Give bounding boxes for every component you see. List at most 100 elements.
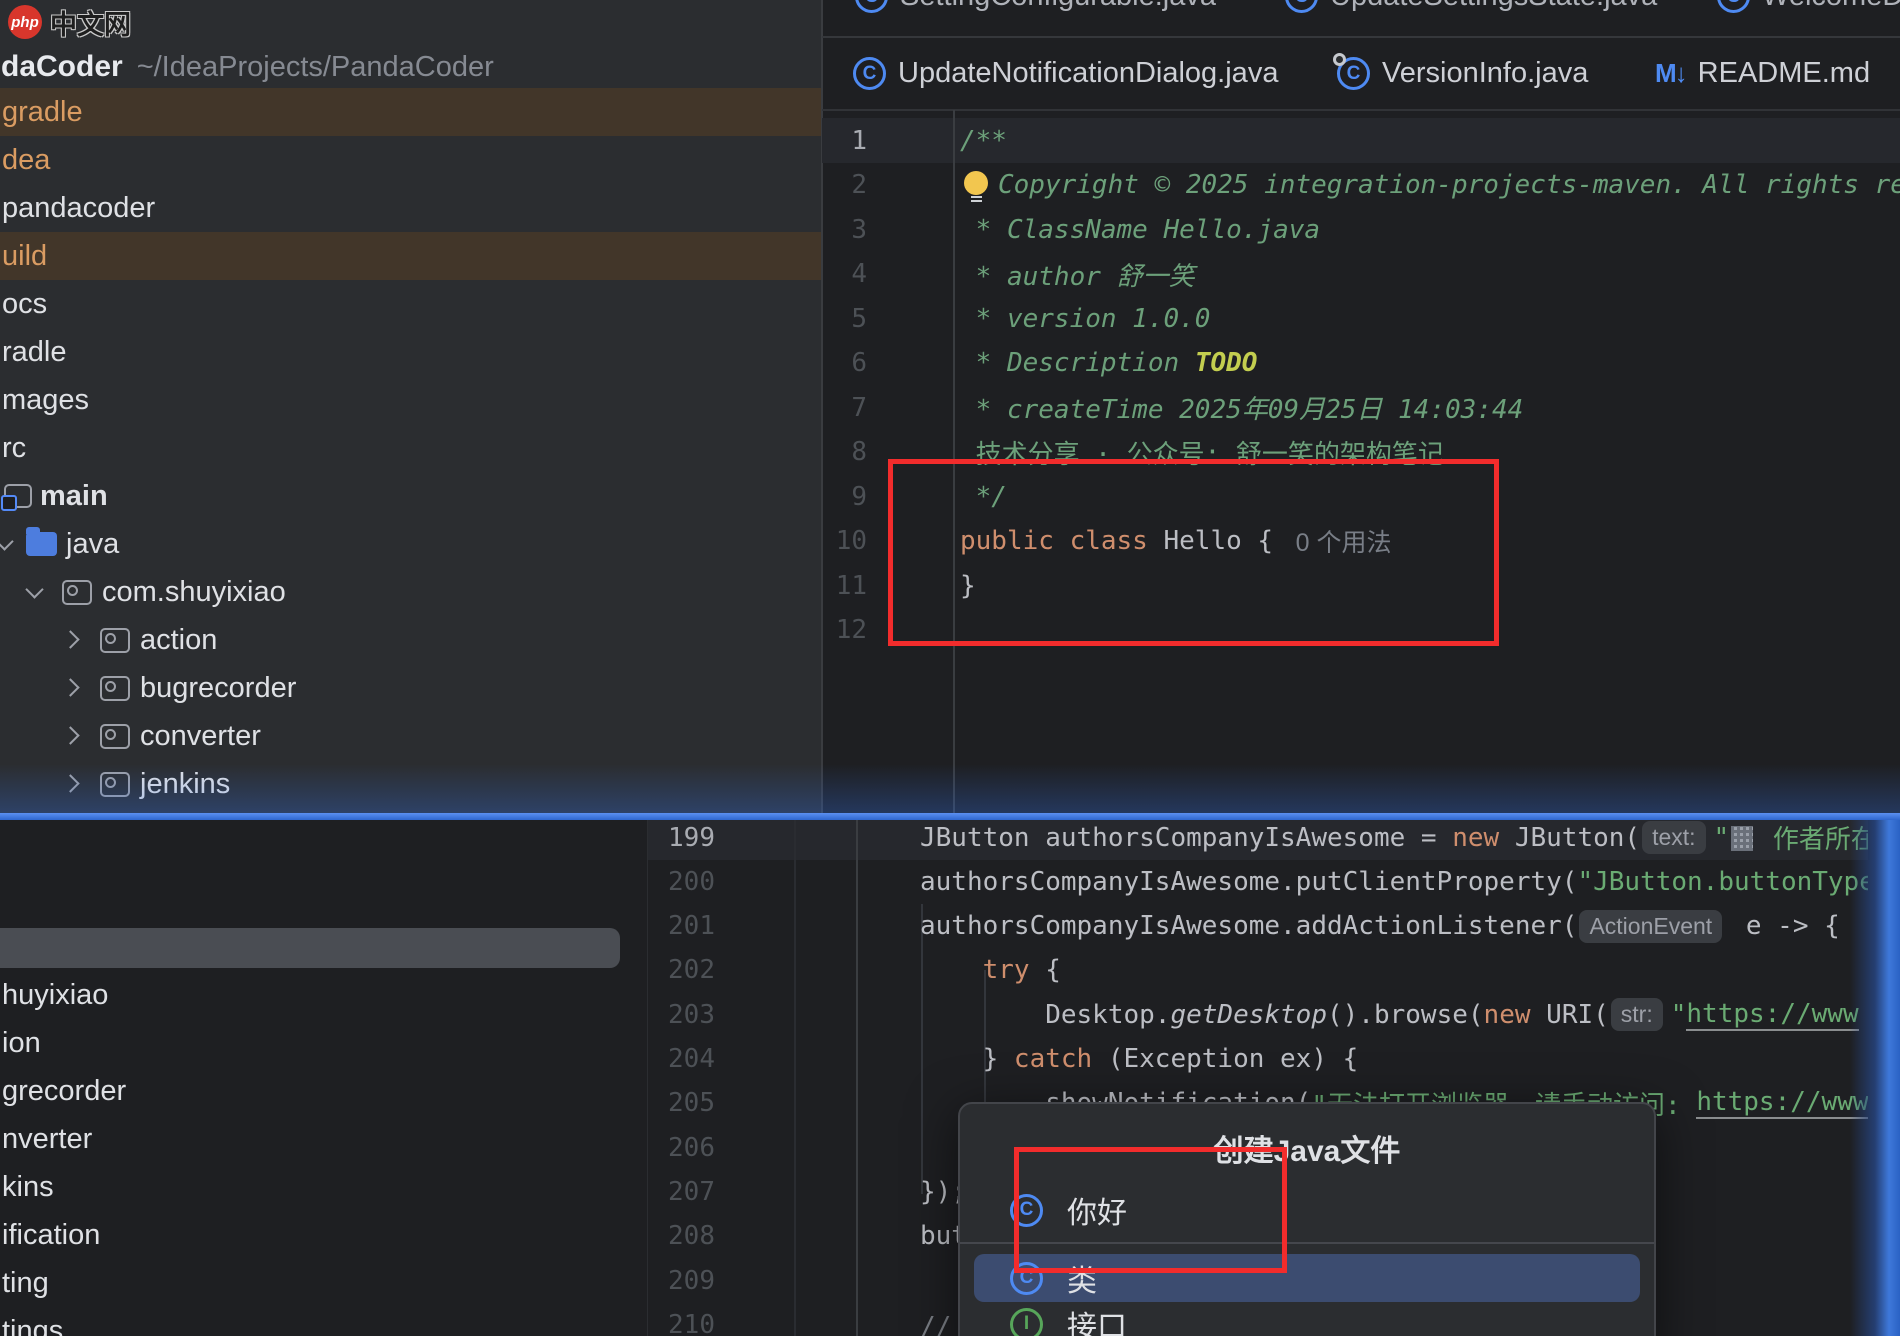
bottom-tree-item-label: ting — [2, 1267, 49, 1300]
tab-updatenotificationdialog-java[interactable]: CUpdateNotificationDialog.java — [853, 38, 1278, 109]
bottom-tree-item-tings[interactable]: tings — [2, 1307, 642, 1336]
code-segment: new — [1484, 1000, 1547, 1030]
interface-icon: I — [1010, 1308, 1043, 1336]
tree-item-converter[interactable]: converter — [0, 712, 822, 760]
bottom-tree-item-kins[interactable]: kins — [2, 1163, 642, 1211]
line-number: 204 — [648, 1037, 715, 1082]
line-number: 9 — [822, 474, 867, 519]
line-number: 10 — [822, 519, 867, 564]
code-line[interactable]: * version 1.0.0 — [960, 296, 1210, 341]
project-header[interactable]: daCoder ~/IdeaProjects/PandaCoder — [0, 46, 822, 88]
code-line[interactable]: authorsCompanyIsAwesome.putClientPropert… — [920, 859, 1868, 904]
class-icon: C — [1285, 0, 1318, 13]
tree-item-dea[interactable]: dea — [0, 136, 822, 184]
gutter-separator — [856, 820, 858, 1336]
bottom-tree-item-label: nverter — [2, 1123, 92, 1156]
building-icon — [1731, 826, 1753, 851]
code-line[interactable]: Copyright © 2025 integration-projects-ma… — [960, 163, 1900, 208]
intention-bulb-icon[interactable] — [964, 171, 988, 195]
code-line[interactable]: JButton authorsCompanyIsAwesome = new JB… — [920, 820, 1868, 860]
bottom-tree-item-label: kins — [2, 1171, 54, 1204]
package-icon — [100, 724, 130, 749]
bottom-tree-item-nverter[interactable]: nverter — [2, 1115, 642, 1163]
tree-item-uild[interactable]: uild — [0, 232, 822, 280]
tree-item-label: radle — [2, 336, 67, 369]
tree-item-pandacoder[interactable]: pandacoder — [0, 184, 822, 232]
code-line[interactable]: authorsCompanyIsAwesome.addActionListene… — [920, 904, 1840, 949]
tree-item-main[interactable]: main — [0, 472, 822, 520]
tree-item-rc[interactable]: rc — [0, 424, 822, 472]
bottom-tree-item-grecorder[interactable]: grecorder — [2, 1067, 642, 1115]
line-number: 202 — [648, 948, 715, 993]
code-line[interactable]: * createTime 2025年09月25日 14:03:44 — [960, 385, 1523, 430]
bottom-tree-item-label: huyixiao — [2, 979, 108, 1012]
code-segment: new — [1452, 823, 1515, 853]
section-divider-line — [0, 813, 1900, 820]
line-number: 11 — [822, 563, 867, 608]
tree-item-gradle[interactable]: gradle — [0, 88, 822, 136]
tree-item-mages[interactable]: mages — [0, 376, 822, 424]
bottom-tree-item-label: grecorder — [2, 1075, 126, 1108]
tab-versioninfo-java[interactable]: CVersionInfo.java — [1337, 38, 1588, 109]
tab-readme-md[interactable]: M↓README.md — [1655, 38, 1870, 109]
folder-java-icon — [26, 532, 57, 556]
code-line[interactable]: * author 舒一笑 — [960, 252, 1195, 297]
code-segment: " — [1714, 823, 1730, 853]
code-segment: * version 1.0.0 — [960, 304, 1210, 334]
tab-label: SettingConfigurable.java — [900, 0, 1216, 13]
bottom-tree-item-ion[interactable]: ion — [2, 1019, 642, 1067]
code-line[interactable]: /** — [960, 118, 1007, 163]
line-number: 2 — [822, 163, 867, 208]
code-segment: JButton( — [1515, 823, 1640, 853]
tree-item-radle[interactable]: radle — [0, 328, 822, 376]
line-number: 207 — [648, 1169, 715, 1214]
chevron-down-icon[interactable] — [0, 532, 14, 550]
code-line[interactable]: * Description TODO — [960, 341, 1257, 386]
popup-item-接口[interactable]: I接口 — [974, 1300, 1640, 1336]
code-segment: Copyright © 2025 integration-projects-ma… — [998, 170, 1900, 200]
code-line[interactable]: Desktop.getDesktop().browse(new URI(str:… — [920, 992, 1859, 1037]
tab-settingconfigurable-java[interactable]: CSettingConfigurable.java — [855, 0, 1216, 34]
code-segment: URI( — [1546, 1000, 1609, 1030]
code-segment: JButton authorsCompanyIsAwesome = — [920, 823, 1452, 853]
tree-item-label: bugrecorder — [140, 672, 296, 705]
tree-item-action[interactable]: action — [0, 616, 822, 664]
code-segment: try — [983, 955, 1046, 985]
editor-tabs-row-2: CUpdateNotificationDialog.java CVersionIn… — [822, 38, 1900, 109]
tree-item-bugrecorder[interactable]: bugrecorder — [0, 664, 822, 712]
code-segment: } — [920, 1044, 1014, 1074]
tab-welcomedia[interactable]: C WelcomeDia — [1717, 0, 1900, 34]
code-segment: TODO — [1195, 348, 1258, 378]
tree-item-label: dea — [2, 144, 50, 177]
tree-item-label: ocs — [2, 288, 47, 321]
bottom-tree-item-ting[interactable]: ting — [2, 1259, 642, 1307]
section-divider-glow — [0, 764, 1900, 814]
tab-label: WelcomeDia — [1762, 0, 1900, 13]
bottom-tree-item-ification[interactable]: ification — [2, 1211, 642, 1259]
code-line[interactable]: try { — [920, 948, 1061, 993]
code-segment: https://www — [1696, 1087, 1868, 1119]
tree-item-label: java — [66, 528, 119, 561]
line-number: 200 — [648, 859, 715, 904]
line-number: 3 — [822, 207, 867, 252]
class-icon: C — [1717, 0, 1750, 13]
tree-item-label: rc — [2, 432, 26, 465]
editor-tabs-row-1-clip: CSettingConfigurable.javaCUpdateSettings… — [822, 0, 1900, 36]
chevron-down-icon[interactable] — [25, 580, 43, 598]
line-number: 205 — [648, 1081, 715, 1126]
chevron-right-icon[interactable] — [61, 678, 79, 696]
tree-item-java[interactable]: java — [0, 520, 822, 568]
bottom-tree-item-huyixiao[interactable]: huyixiao — [2, 971, 642, 1019]
code-line[interactable]: * ClassName Hello.java — [960, 207, 1320, 252]
line-number: 4 — [822, 252, 867, 297]
tree-item-com.shuyixiao[interactable]: com.shuyixiao — [0, 568, 822, 616]
code-segment: "JButton.buttonType" — [1577, 867, 1868, 897]
tab-updatesettingsstate-java[interactable]: CUpdateSettingsState.java — [1285, 0, 1657, 34]
line-number: 6 — [822, 341, 867, 386]
package-icon — [62, 580, 92, 605]
selected-row-highlight[interactable] — [0, 928, 620, 968]
code-line[interactable]: } catch (Exception ex) { — [920, 1037, 1358, 1082]
tree-item-ocs[interactable]: ocs — [0, 280, 822, 328]
chevron-right-icon[interactable] — [61, 726, 79, 744]
chevron-right-icon[interactable] — [61, 630, 79, 648]
